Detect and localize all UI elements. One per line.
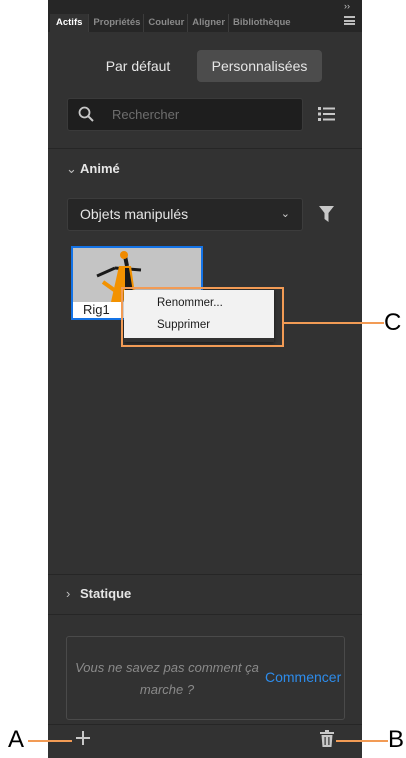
getting-started-hint: Vous ne savez pas comment ça marche ? Co… bbox=[66, 636, 345, 720]
panel-tab-bar: Actifs Propriétés Couleur Aligner Biblio… bbox=[48, 0, 362, 32]
custom-toggle-button[interactable]: Personnalisées bbox=[197, 50, 322, 82]
callout-a-line bbox=[28, 740, 72, 742]
tab-properties[interactable]: Propriétés bbox=[88, 14, 143, 32]
search-icon bbox=[78, 106, 94, 127]
section-static-label: Statique bbox=[80, 586, 132, 601]
divider bbox=[48, 574, 362, 575]
callout-b-line bbox=[336, 740, 388, 742]
assets-panel: Actifs Propriétés Couleur Aligner Biblio… bbox=[48, 0, 362, 758]
category-dropdown-value: Objets manipulés bbox=[80, 206, 189, 222]
tab-color[interactable]: Couleur bbox=[143, 14, 187, 32]
hint-text-line2: marche ? bbox=[139, 682, 195, 697]
chevron-down-icon: ⌄ bbox=[280, 208, 290, 220]
divider bbox=[48, 148, 362, 149]
section-animated-label: Animé bbox=[80, 161, 120, 176]
list-view-icon[interactable] bbox=[318, 106, 335, 127]
divider bbox=[48, 614, 362, 615]
callout-c-label: C bbox=[384, 309, 402, 336]
callout-a-label: A bbox=[8, 726, 25, 753]
tab-assets[interactable]: Actifs bbox=[50, 14, 89, 32]
divider bbox=[48, 724, 362, 725]
tab-library[interactable]: Bibliothèque bbox=[228, 14, 294, 32]
hint-text-line1: Vous ne savez pas comment ça bbox=[75, 660, 259, 675]
section-static-header[interactable]: › Statique bbox=[66, 584, 131, 604]
collapse-icon[interactable]: ›› bbox=[344, 1, 350, 11]
trash-icon[interactable] bbox=[320, 730, 334, 752]
callout-c-highlight bbox=[121, 287, 284, 347]
category-dropdown[interactable]: Objets manipulés ⌄ bbox=[67, 198, 303, 231]
section-animated-header[interactable]: ⌄ Animé bbox=[66, 159, 120, 179]
callout-b-label: B bbox=[388, 726, 405, 753]
hint-text: Vous ne savez pas comment ça marche ? bbox=[67, 657, 267, 701]
chevron-down-icon: ⌄ bbox=[66, 161, 77, 176]
search-field[interactable] bbox=[67, 98, 303, 131]
default-toggle-button[interactable]: Par défaut bbox=[88, 50, 188, 82]
asset-label: Rig1 bbox=[83, 302, 110, 317]
tab-align[interactable]: Aligner bbox=[187, 14, 228, 32]
tab-list: Actifs Propriétés Couleur Aligner Biblio… bbox=[50, 14, 294, 32]
callout-c-line bbox=[284, 322, 384, 324]
chevron-right-icon: › bbox=[66, 586, 71, 601]
panel-menu-icon[interactable] bbox=[344, 16, 355, 25]
search-input[interactable] bbox=[112, 106, 292, 123]
add-icon[interactable] bbox=[76, 731, 90, 750]
filter-icon[interactable] bbox=[319, 206, 334, 227]
get-started-link[interactable]: Commencer bbox=[265, 669, 341, 685]
